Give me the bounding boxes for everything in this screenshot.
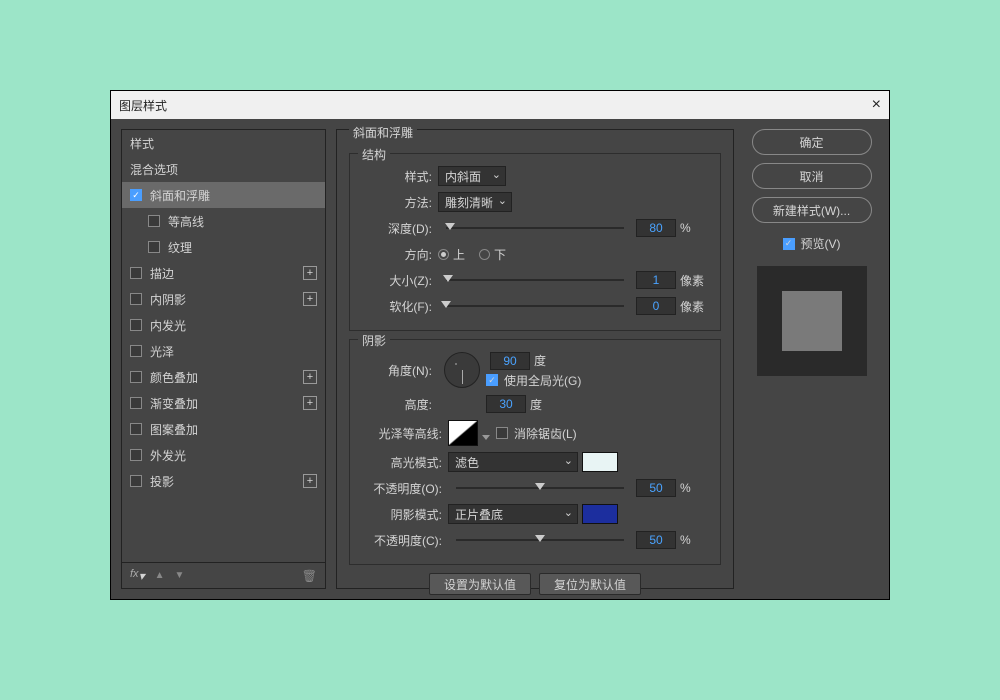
direction-up-radio[interactable] (438, 249, 449, 260)
effect-stroke[interactable]: 描边 + (122, 260, 325, 286)
effect-innershadow-label: 内阴影 (150, 291, 186, 308)
effect-gradientoverlay-label: 渐变叠加 (150, 395, 198, 412)
global-light-checkbox[interactable]: ✓ (486, 374, 498, 386)
left-footer: fx▾ ▲ ▼ 🗑 (121, 563, 326, 589)
effect-patternoverlay-checkbox[interactable] (130, 423, 142, 435)
direction-down-radio[interactable] (479, 249, 490, 260)
down-arrow-icon[interactable]: ▼ (175, 570, 185, 581)
angle-input[interactable]: 90 (490, 352, 530, 370)
effect-outerglow-checkbox[interactable] (130, 449, 142, 461)
shadow-mode-select[interactable]: 正片叠底 (448, 504, 578, 524)
ok-button[interactable]: 确定 (752, 129, 872, 155)
effect-coloroverlay-add-icon[interactable]: + (303, 370, 317, 384)
size-input[interactable]: 1 (636, 271, 676, 289)
effect-bevel-label: 斜面和浮雕 (150, 187, 210, 204)
preview-checkbox[interactable]: ✓ (783, 238, 795, 250)
soften-slider[interactable] (446, 305, 624, 307)
effect-patternoverlay[interactable]: 图案叠加 (122, 416, 325, 442)
depth-slider[interactable] (446, 227, 624, 229)
main-panel: 斜面和浮雕 结构 样式: 内斜面 方法: 雕刻清晰 深度(D): 80 % (336, 129, 734, 589)
effect-contour-label: 等高线 (168, 213, 204, 230)
effect-gradientoverlay-checkbox[interactable] (130, 397, 142, 409)
layer-style-dialog: 图层样式 × 样式 混合选项 ✓ 斜面和浮雕等高线纹理描边 + 内阴影 + 内发光光泽颜色… (110, 90, 890, 600)
styles-header[interactable]: 样式 (122, 130, 325, 156)
effect-outerglow[interactable]: 外发光 (122, 442, 325, 468)
effect-innershadow-checkbox[interactable] (130, 293, 142, 305)
effect-innerglow-label: 内发光 (150, 317, 186, 334)
effect-satin-checkbox[interactable] (130, 345, 142, 357)
close-icon[interactable]: × (872, 96, 881, 114)
effect-bevel-checkbox[interactable]: ✓ (130, 189, 142, 201)
structure-fieldset: 结构 样式: 内斜面 方法: 雕刻清晰 深度(D): 80 % 方向: (349, 153, 721, 331)
altitude-input[interactable]: 30 (486, 395, 526, 413)
antialias-checkbox[interactable] (496, 427, 508, 439)
technique-select[interactable]: 雕刻清晰 (438, 192, 512, 212)
effect-contour-checkbox[interactable] (148, 215, 160, 227)
effect-innershadow-add-icon[interactable]: + (303, 292, 317, 306)
effect-dropshadow-checkbox[interactable] (130, 475, 142, 487)
effect-satin-label: 光泽 (150, 343, 174, 360)
highlight-opacity-slider[interactable] (456, 487, 624, 489)
effect-stroke-checkbox[interactable] (130, 267, 142, 279)
effect-innerglow[interactable]: 内发光 (122, 312, 325, 338)
effect-stroke-add-icon[interactable]: + (303, 266, 317, 280)
effect-coloroverlay-checkbox[interactable] (130, 371, 142, 383)
effect-satin[interactable]: 光泽 (122, 338, 325, 364)
make-default-button[interactable]: 设置为默认值 (429, 573, 531, 595)
shadow-opacity-input[interactable]: 50 (636, 531, 676, 549)
preview-swatch (757, 266, 867, 376)
gloss-contour-picker[interactable] (448, 420, 478, 446)
cancel-button[interactable]: 取消 (752, 163, 872, 189)
soften-input[interactable]: 0 (636, 297, 676, 315)
angle-dial[interactable] (444, 352, 480, 388)
effect-coloroverlay-label: 颜色叠加 (150, 369, 198, 386)
right-panel: 确定 取消 新建样式(W)... ✓ 预览(V) (744, 129, 879, 589)
trash-icon[interactable]: 🗑 (302, 569, 317, 583)
highlight-mode-select[interactable]: 滤色 (448, 452, 578, 472)
reset-default-button[interactable]: 复位为默认值 (539, 573, 641, 595)
effect-innershadow[interactable]: 内阴影 + (122, 286, 325, 312)
effect-innerglow-checkbox[interactable] (130, 319, 142, 331)
effect-coloroverlay[interactable]: 颜色叠加 + (122, 364, 325, 390)
left-panel: 样式 混合选项 ✓斜面和浮雕等高线纹理描边+内阴影+内发光光泽颜色叠加+渐变叠加… (121, 129, 326, 589)
effect-dropshadow[interactable]: 投影 + (122, 468, 325, 494)
effect-gradientoverlay[interactable]: 渐变叠加 + (122, 390, 325, 416)
effect-gradientoverlay-add-icon[interactable]: + (303, 396, 317, 410)
shadow-color-swatch[interactable] (582, 504, 618, 524)
depth-input[interactable]: 80 (636, 219, 676, 237)
shading-fieldset: 阴影 角度(N): 90 度 ✓ 使用全局光(G) (349, 339, 721, 565)
panel-title: 斜面和浮雕 (349, 124, 417, 141)
dialog-title: 图层样式 (119, 97, 167, 114)
effect-contour[interactable]: 等高线 (122, 208, 325, 234)
style-list: 样式 混合选项 ✓斜面和浮雕等高线纹理描边+内阴影+内发光光泽颜色叠加+渐变叠加… (121, 129, 326, 563)
highlight-color-swatch[interactable] (582, 452, 618, 472)
titlebar[interactable]: 图层样式 × (111, 91, 889, 119)
new-style-button[interactable]: 新建样式(W)... (752, 197, 872, 223)
highlight-opacity-input[interactable]: 50 (636, 479, 676, 497)
shadow-opacity-slider[interactable] (456, 539, 624, 541)
effect-outerglow-label: 外发光 (150, 447, 186, 464)
effect-texture-label: 纹理 (168, 239, 192, 256)
effect-dropshadow-label: 投影 (150, 473, 174, 490)
blending-options[interactable]: 混合选项 (122, 156, 325, 182)
up-arrow-icon[interactable]: ▲ (155, 570, 165, 581)
effect-bevel[interactable]: ✓ 斜面和浮雕 (122, 182, 325, 208)
effect-stroke-label: 描边 (150, 265, 174, 282)
effect-texture-checkbox[interactable] (148, 241, 160, 253)
effect-texture[interactable]: 纹理 (122, 234, 325, 260)
effect-dropshadow-add-icon[interactable]: + (303, 474, 317, 488)
style-select[interactable]: 内斜面 (438, 166, 506, 186)
effect-patternoverlay-label: 图案叠加 (150, 421, 198, 438)
size-slider[interactable] (446, 279, 624, 281)
fx-icon[interactable]: fx▾ (130, 568, 145, 583)
